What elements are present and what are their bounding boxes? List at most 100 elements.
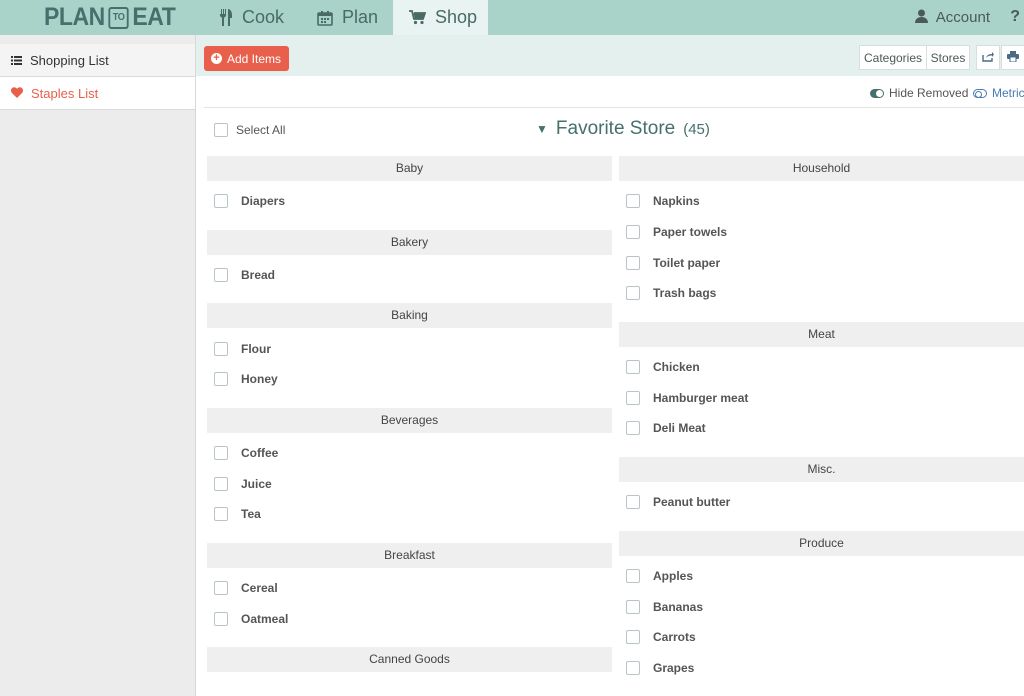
item-checkbox[interactable] (214, 194, 228, 209)
list-item[interactable]: Tea (207, 499, 612, 530)
tab-cook[interactable]: Cook (203, 0, 300, 35)
list-item[interactable]: Toilet paper (619, 247, 1024, 278)
utensils-icon (219, 9, 233, 26)
category-header[interactable]: Produce (619, 530, 1024, 556)
hide-removed-toggle[interactable]: Hide Removed (870, 86, 968, 100)
caret-down-icon: ▼ (536, 122, 548, 136)
item-label: Flour (241, 341, 271, 356)
item-checkbox[interactable] (626, 599, 640, 614)
category-section: Produce Apples Bananas Carrots Grapes (619, 530, 1024, 684)
store-heading[interactable]: ▼ Favorite Store (45) (536, 118, 710, 140)
item-checkbox[interactable] (626, 194, 640, 209)
item-label: Toilet paper (653, 255, 721, 270)
category-header[interactable]: Baking (207, 303, 612, 329)
add-items-label: Add Items (227, 51, 282, 66)
list-item[interactable]: Chicken (619, 352, 1024, 383)
metric-toggle[interactable]: Metric (973, 86, 1024, 100)
add-items-button[interactable]: + Add Items (204, 46, 290, 71)
share-button[interactable] (976, 45, 1000, 70)
item-label: Oatmeal (241, 611, 289, 626)
item-checkbox[interactable] (214, 341, 228, 356)
item-label: Honey (241, 372, 278, 387)
right-category-column: Household Napkins Paper towels Toilet paper… (619, 156, 1024, 696)
category-items: Bread (207, 255, 612, 291)
item-label: Deli Meat (653, 421, 706, 436)
list-item[interactable]: Diapers (207, 186, 612, 217)
list-item[interactable]: Peanut butter (619, 487, 1024, 518)
item-label: Grapes (653, 660, 695, 675)
item-label: Tea (241, 507, 261, 522)
sidebar-item-shopping-list[interactable]: Shopping List (0, 44, 195, 77)
item-checkbox[interactable] (214, 581, 228, 596)
item-checkbox[interactable] (214, 611, 228, 626)
list-item[interactable]: Coffee (207, 438, 612, 469)
item-checkbox[interactable] (626, 286, 640, 301)
list-item[interactable]: Honey (207, 364, 612, 395)
list-item[interactable]: Flour (207, 333, 612, 364)
hide-removed-label: Hide Removed (889, 86, 969, 100)
sidebar-item-staples-list[interactable]: Staples List (0, 77, 195, 110)
list-item[interactable]: Bread (207, 260, 612, 291)
category-header[interactable]: Beverages (207, 407, 612, 433)
category-section: Household Napkins Paper towels Toilet paper… (619, 156, 1024, 309)
category-header[interactable]: Household (619, 156, 1024, 181)
help-button[interactable]: ? (1010, 8, 1020, 26)
item-checkbox[interactable] (626, 360, 640, 375)
item-checkbox[interactable] (214, 476, 228, 491)
category-items: Diapers (207, 181, 612, 217)
list-item[interactable]: Deli Meat (619, 413, 1024, 444)
item-checkbox[interactable] (214, 268, 228, 283)
account-menu[interactable]: Account (914, 0, 990, 35)
item-label: Apples (653, 568, 694, 583)
item-label: Chicken (653, 360, 700, 375)
list-item[interactable]: Apples (619, 561, 1024, 592)
item-label: Carrots (653, 630, 696, 645)
plan-to-eat-logo[interactable]: PLAN TO EAT (44, 2, 176, 33)
store-count: (45) (683, 120, 710, 138)
tab-plan[interactable]: Plan (301, 0, 394, 35)
category-header[interactable]: Breakfast (207, 542, 612, 568)
list-item[interactable]: Carrots (619, 622, 1024, 653)
list-item[interactable]: Juice (207, 468, 612, 499)
logo-text-eat: EAT (132, 3, 176, 31)
item-checkbox[interactable] (626, 390, 640, 405)
print-button[interactable] (1001, 45, 1024, 70)
list-item[interactable]: Napkins (619, 186, 1024, 217)
item-checkbox[interactable] (214, 372, 228, 387)
item-checkbox[interactable] (626, 495, 640, 510)
select-all[interactable]: Select All (214, 123, 285, 137)
item-checkbox[interactable] (214, 507, 228, 522)
category-header[interactable]: Bakery (207, 229, 612, 255)
item-checkbox[interactable] (626, 225, 640, 240)
select-all-checkbox[interactable] (214, 123, 228, 137)
item-checkbox[interactable] (626, 421, 640, 436)
category-header[interactable]: Misc. (619, 456, 1024, 482)
category-header[interactable]: Canned Goods (207, 647, 612, 673)
sidebar-item-label: Staples List (31, 85, 99, 101)
item-checkbox[interactable] (214, 446, 228, 461)
item-checkbox[interactable] (626, 660, 640, 675)
category-header[interactable]: Baby (207, 156, 612, 181)
item-checkbox[interactable] (626, 568, 640, 583)
list-item[interactable]: Hamburger meat (619, 382, 1024, 413)
list-item[interactable]: Bananas (619, 591, 1024, 622)
categories-button[interactable]: Categories (859, 45, 927, 70)
tab-shop[interactable]: Shop (393, 0, 488, 35)
list-item[interactable]: Oatmeal (207, 604, 612, 635)
category-items: Peanut butter (619, 482, 1024, 518)
item-label: Trash bags (653, 286, 717, 301)
account-label: Account (935, 9, 990, 26)
category-section: Misc. Peanut butter (619, 456, 1024, 518)
list-item[interactable]: Trash bags (619, 278, 1024, 309)
item-checkbox[interactable] (626, 630, 640, 645)
list-item[interactable]: Grapes (619, 653, 1024, 684)
calendar-icon (317, 10, 333, 26)
share-icon (982, 51, 994, 65)
list-item[interactable]: Paper towels (619, 217, 1024, 248)
item-label: Coffee (241, 446, 279, 461)
stores-button[interactable]: Stores (926, 45, 970, 70)
print-icon (1007, 50, 1019, 65)
category-header[interactable]: Meat (619, 321, 1024, 347)
item-checkbox[interactable] (626, 255, 640, 270)
list-item[interactable]: Cereal (207, 573, 612, 604)
